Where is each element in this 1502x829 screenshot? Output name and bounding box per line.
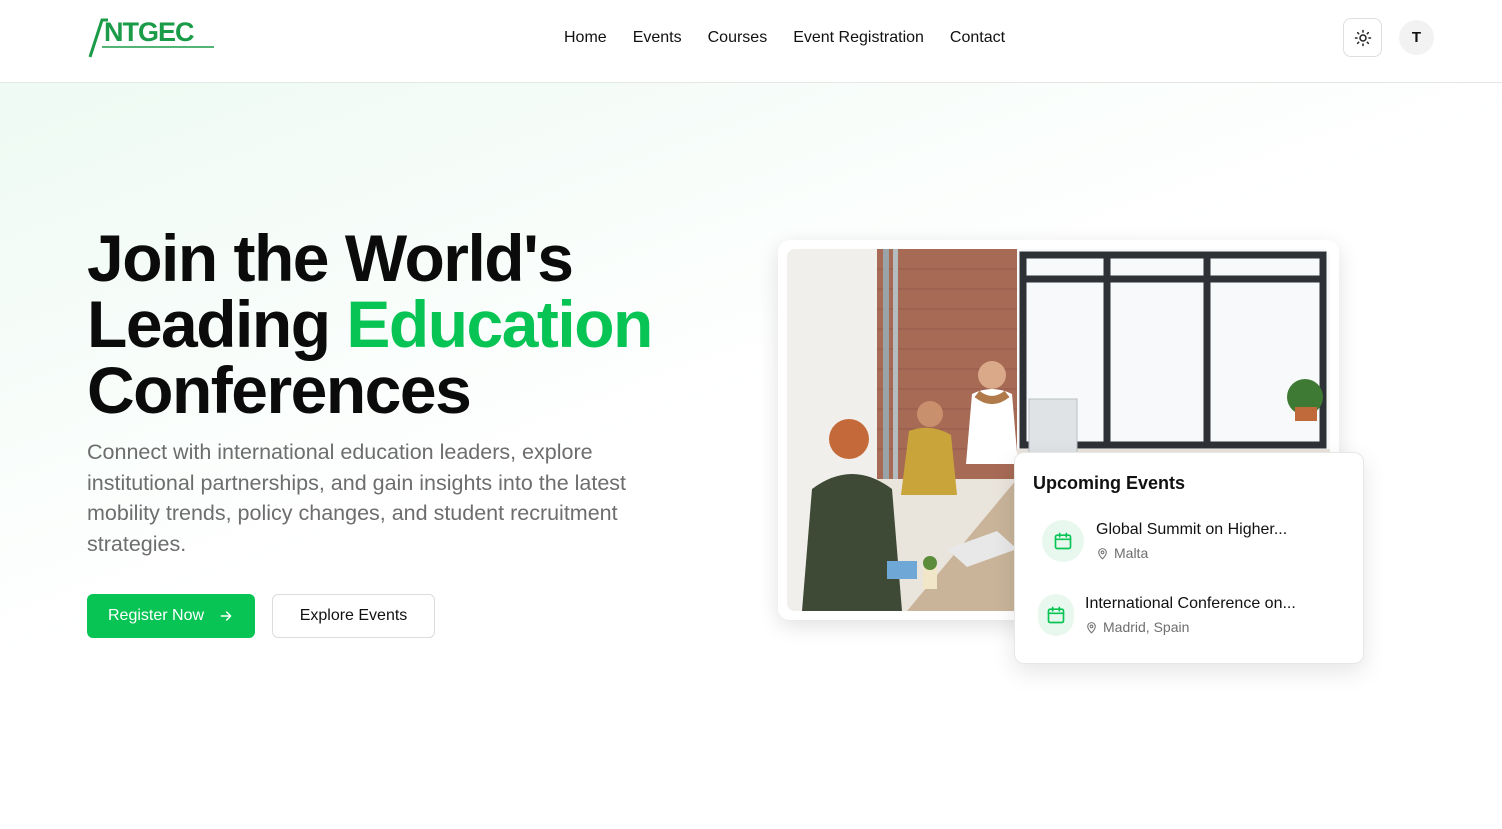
map-pin-icon [1098,547,1107,560]
event-location: Malta [1096,545,1148,561]
nav-contact[interactable]: Contact [950,28,1005,48]
event-name: International Conference on... [1085,595,1296,612]
arrow-right-icon [220,611,232,621]
antgec-logo[interactable]: NTGEC [88,14,218,60]
event-name: Global Summit on Higher... [1096,521,1288,538]
register-now-label: Register Now [107,607,205,624]
user-avatar[interactable]: T [1399,20,1434,55]
nav-event-registration[interactable]: Event Registration [793,28,924,48]
upcoming-events-card: Upcoming Events Global Summit on Higher.… [1014,452,1364,664]
nav-courses[interactable]: Courses [708,28,768,48]
headline-line-2-plain: Leading [87,287,347,361]
main-nav: Home Events Courses Event Registration C… [564,28,1031,48]
calendar-icon [1038,594,1074,636]
site-header: NTGEC Home Events Courses Event Registra… [0,0,1502,83]
event-location: Madrid, Spain [1085,619,1189,635]
hero-subtitle: Connect with international education lea… [87,440,627,556]
event-location-text: Madrid, Spain [1103,619,1190,635]
calendar-icon [1042,520,1084,562]
explore-events-button[interactable]: Explore Events [272,594,435,638]
headline-line-1: Join the World's [87,221,574,295]
sun-icon [1354,29,1371,46]
nav-home[interactable]: Home [564,28,607,48]
theme-toggle-button[interactable] [1343,18,1382,57]
map-pin-icon [1087,621,1096,634]
event-location-text: Malta [1114,545,1149,561]
hero-headline: Join the World's Leading Education Confe… [87,225,727,423]
headline-line-3: Conferences [87,353,472,427]
headline-accent: Education [346,287,653,361]
nav-events[interactable]: Events [633,28,682,48]
svg-text:NTGEC: NTGEC [104,17,194,47]
upcoming-events-title: Upcoming Events [1033,473,1186,493]
register-now-button[interactable]: Register Now [87,594,255,638]
